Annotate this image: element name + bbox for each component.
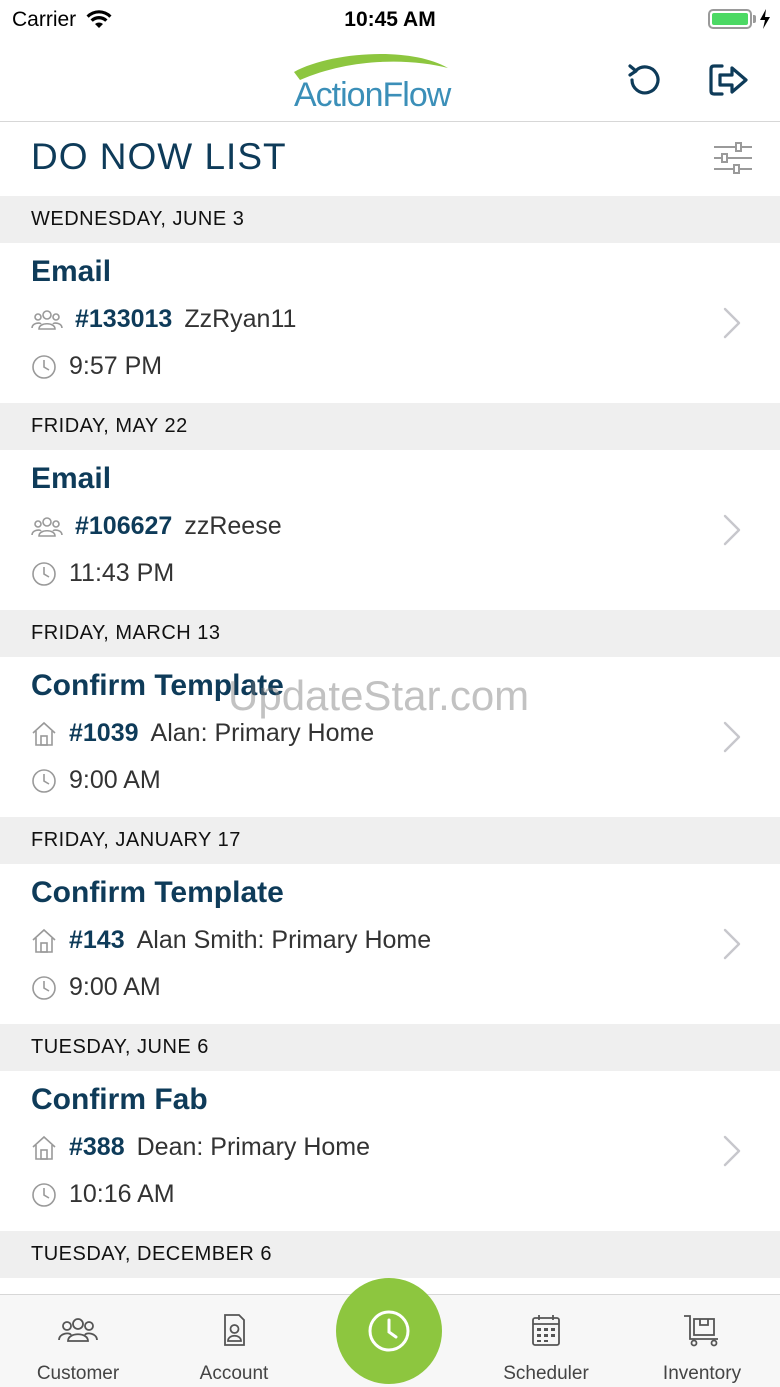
status-time: 10:45 AM [344, 8, 436, 31]
list-item[interactable]: Confirm Fab #388 Dean: Primary Home 10:16 A… [0, 1071, 780, 1231]
status-bar: Carrier 10:45 AM [0, 0, 780, 40]
refresh-icon [628, 64, 660, 95]
item-contact-name: Alan Smith: Primary Home [136, 926, 432, 954]
tab-label: Account [199, 1363, 269, 1384]
item-time-row: 10:16 AM [31, 1180, 175, 1209]
date-section-header: FRIDAY, JANUARY 17 [0, 817, 780, 864]
item-time: 9:57 PM [69, 352, 163, 380]
item-time: 9:00 AM [69, 766, 161, 794]
cart-icon [684, 1315, 718, 1347]
people-icon [58, 1318, 98, 1342]
home-icon [31, 1135, 57, 1161]
item-time-row: 9:57 PM [31, 352, 162, 381]
item-contact-name: zzReese [184, 512, 282, 540]
item-time: 10:16 AM [69, 1180, 175, 1208]
page-title: DO NOW LIST [31, 136, 287, 177]
date-section-header: WEDNESDAY, JUNE 3 [0, 196, 780, 243]
logout-button[interactable] [706, 58, 750, 102]
home-icon [31, 928, 57, 954]
item-reference-row: #133013 ZzRyan11 [31, 305, 296, 334]
item-ref-number: #388 [69, 1133, 125, 1161]
app-header: ActionFlow [0, 40, 780, 122]
do-now-clock-button[interactable] [336, 1278, 442, 1384]
filter-button[interactable] [712, 140, 754, 176]
do-now-list: WEDNESDAY, JUNE 3 Email #133013 ZzRyan11 9:5… [0, 196, 780, 1294]
clock-icon [31, 354, 57, 380]
item-ref-number: #133013 [75, 305, 173, 333]
chevron-right-icon [722, 307, 742, 339]
item-reference-row: #143 Alan Smith: Primary Home [31, 926, 431, 955]
item-ref-number: #1039 [69, 719, 139, 747]
list-item[interactable]: Confirm Template #1039 Alan: Primary Home 9… [0, 657, 780, 817]
chevron-right-icon [722, 1135, 742, 1167]
chevron-right-icon [722, 721, 742, 753]
tab-label: Customer [36, 1363, 120, 1384]
people-icon [31, 307, 63, 333]
charging-icon [760, 9, 770, 29]
chevron-right-icon [722, 514, 742, 546]
logo-text: ActionFlow [294, 76, 451, 114]
item-reference-row: #1039 Alan: Primary Home [31, 719, 374, 748]
item-time: 9:00 AM [69, 973, 161, 1001]
home-icon [31, 721, 57, 747]
people-icon [31, 514, 63, 540]
clock-icon [31, 975, 57, 1001]
date-section-header: FRIDAY, MARCH 13 [0, 610, 780, 657]
tab-inventory[interactable]: Inventory [624, 1295, 780, 1387]
item-reference-row: #106627 zzReese [31, 512, 282, 541]
item-contact-name: Alan: Primary Home [150, 719, 375, 747]
list-item[interactable]: Confirm Template #143 Alan Smith: Primary … [0, 864, 780, 1024]
clock-icon [31, 561, 57, 587]
item-title: Email [31, 462, 112, 495]
clock-icon [368, 1310, 410, 1352]
refresh-button[interactable] [622, 58, 666, 102]
item-title: Confirm Fab [31, 1083, 208, 1116]
item-title: Confirm Template [31, 876, 284, 909]
item-ref-number: #106627 [75, 512, 173, 540]
item-ref-number: #143 [69, 926, 125, 954]
item-time-row: 11:43 PM [31, 559, 174, 588]
tab-label: Inventory [662, 1363, 742, 1384]
clock-icon [31, 1182, 57, 1208]
item-reference-row: #388 Dean: Primary Home [31, 1133, 370, 1162]
item-contact-name: Dean: Primary Home [136, 1133, 371, 1161]
item-time: 11:43 PM [69, 559, 175, 587]
tab-account[interactable]: Account [156, 1295, 312, 1387]
item-time-row: 9:00 AM [31, 766, 161, 795]
battery-icon [708, 9, 752, 29]
chevron-right-icon [722, 928, 742, 960]
title-row: DO NOW LIST [0, 122, 780, 196]
item-contact-name: ZzRyan11 [184, 305, 297, 333]
item-title: Confirm Template [31, 669, 284, 702]
list-item[interactable]: Email #106627 zzReese 11:43 PM [0, 450, 780, 610]
date-section-header: TUESDAY, DECEMBER 6 [0, 1231, 780, 1278]
date-section-header: TUESDAY, JUNE 6 [0, 1024, 780, 1071]
calendar-icon [532, 1315, 560, 1346]
account-icon [224, 1314, 245, 1346]
filter-sliders-icon [714, 142, 752, 174]
logout-icon [709, 64, 748, 96]
item-time-row: 9:00 AM [31, 973, 161, 1002]
date-section-header: FRIDAY, MAY 22 [0, 403, 780, 450]
clock-icon [31, 768, 57, 794]
tab-label: Scheduler [503, 1363, 589, 1384]
item-title: Email [31, 255, 112, 288]
list-item[interactable]: Email #133013 ZzRyan11 9:57 PM [0, 243, 780, 403]
tab-scheduler[interactable]: Scheduler [468, 1295, 624, 1387]
actionflow-logo: ActionFlow [290, 50, 490, 114]
tab-customer[interactable]: Customer [0, 1295, 156, 1387]
